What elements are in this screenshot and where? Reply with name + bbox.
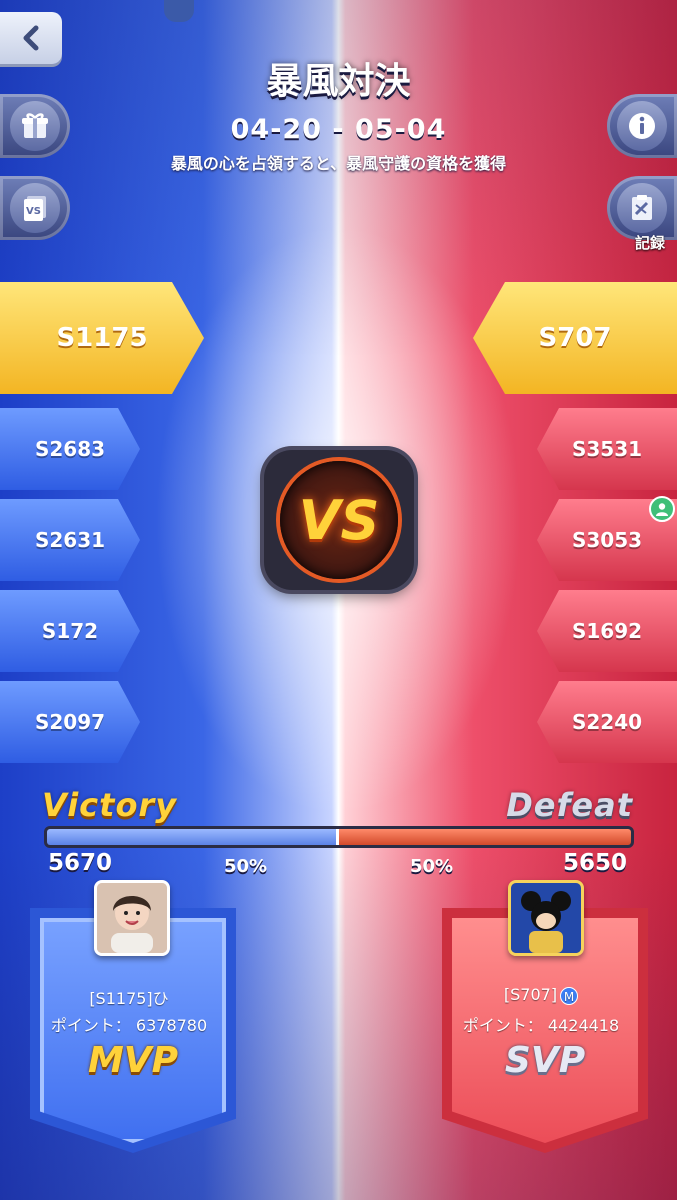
- vs-text: VS: [298, 488, 380, 552]
- profile-badge[interactable]: [649, 496, 675, 522]
- record-label[interactable]: 記録: [635, 232, 665, 253]
- event-subtitle: 暴風の心を占領すると、暴風守護の資格を獲得: [170, 154, 507, 173]
- svp-points: ポイント： 4424418: [462, 1016, 620, 1035]
- right-main-server[interactable]: S707: [473, 282, 677, 394]
- svp-avatar[interactable]: [508, 880, 584, 956]
- right-score: 5650: [562, 850, 627, 876]
- event-title: 暴風対決: [266, 61, 411, 102]
- back-arrow-icon: [23, 25, 39, 51]
- left-score-fill: [47, 829, 339, 845]
- left-percentage: 50%: [224, 856, 268, 877]
- profile-icon: [656, 503, 668, 516]
- mvp-points: ポイント： 6378780: [50, 1016, 208, 1035]
- right-score-fill: [339, 829, 631, 845]
- right-percentage: 50%: [410, 856, 454, 877]
- svp-name-text: [S707]: [503, 985, 558, 1004]
- left-server-3[interactable]: S172: [0, 590, 140, 672]
- right-server-3[interactable]: S1692: [537, 590, 677, 672]
- victory-label: Victory: [42, 786, 178, 824]
- right-server-4[interactable]: S2240: [537, 681, 677, 763]
- score-progress-bar: [44, 826, 634, 848]
- vs-icon: VS: [24, 196, 46, 221]
- mvp-name: [S1175]ひ: [89, 989, 169, 1008]
- mvp-avatar[interactable]: [94, 880, 170, 956]
- event-dates: 04-20 - 05-04: [230, 114, 447, 145]
- left-server-2[interactable]: S2631: [0, 499, 140, 581]
- svg-text:VS: VS: [26, 206, 41, 217]
- right-server-1[interactable]: S3531: [537, 408, 677, 490]
- vs-record-button[interactable]: VS: [0, 176, 70, 240]
- left-score: 5670: [48, 850, 113, 876]
- left-server-4[interactable]: S2097: [0, 681, 140, 763]
- m-badge-icon: M: [560, 986, 579, 1005]
- left-server-1[interactable]: S2683: [0, 408, 140, 490]
- mvp-badge: MVP: [87, 1040, 179, 1081]
- left-main-server[interactable]: S1175: [0, 282, 204, 394]
- character-sprite: [164, 0, 194, 22]
- vs-emblem: VS: [264, 450, 414, 590]
- record-button[interactable]: [607, 176, 677, 240]
- character-portrait-icon: [511, 883, 581, 953]
- defeat-label: Defeat: [506, 786, 633, 824]
- svp-name: [S707] M: [448, 985, 634, 1005]
- child-portrait-icon: [97, 883, 167, 953]
- record-icon: [632, 195, 652, 220]
- svp-badge: SVP: [504, 1040, 586, 1081]
